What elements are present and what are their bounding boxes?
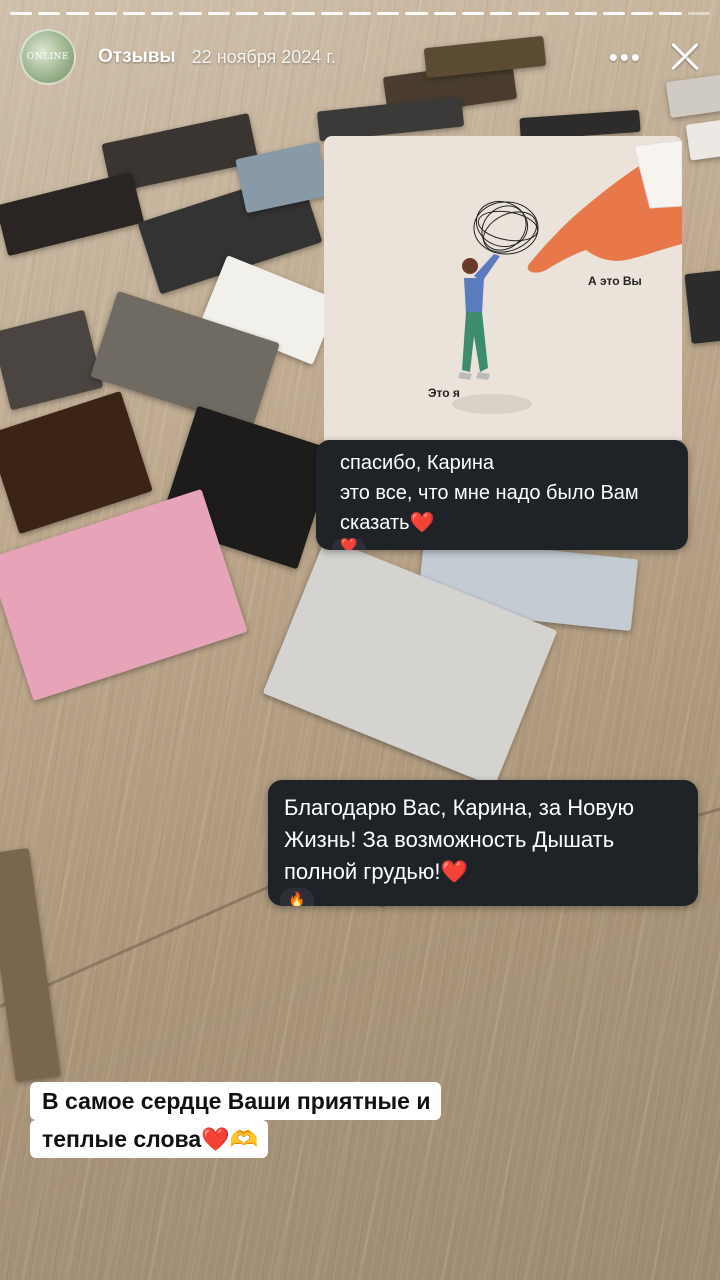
progress-segment: [348, 12, 372, 15]
progress-segment: [659, 12, 682, 15]
caption-line-1: В самое сердце Ваши приятные и: [30, 1082, 441, 1120]
progress-segment: [405, 12, 428, 15]
caption-line-2: теплые слова❤️🫶: [30, 1120, 269, 1158]
story-header: ONLINE Отзывы 22 ноября 2024 г. •••: [20, 28, 704, 86]
progress-segment: [518, 12, 541, 15]
account-name[interactable]: Отзывы: [98, 46, 176, 68]
photo-card: [684, 270, 720, 344]
message-text: Благодарю Вас, Карина, за Новую Жизнь! З…: [284, 795, 635, 884]
progress-segment: [151, 12, 174, 15]
illustration-label-other: А это Вы: [588, 274, 642, 288]
progress-segment: [264, 12, 287, 15]
story-progress-bar: [10, 12, 710, 15]
story-date: 22 ноября 2024 г.: [191, 46, 336, 67]
progress-segment: [377, 12, 400, 15]
message-bubble-2: Благодарю Вас, Карина, за Новую Жизнь! З…: [268, 780, 698, 906]
reaction-badge: ❤️: [332, 538, 366, 550]
story-caption: В самое сердце Ваши приятные и теплые сл…: [30, 1082, 441, 1158]
review-screenshot-1: Это я А это Вы спасибо, Карина это все, …: [316, 136, 688, 550]
progress-segment: [235, 12, 259, 15]
progress-segment: [320, 12, 343, 15]
illustration-image: Это я А это Вы: [324, 136, 682, 440]
progress-segment: [292, 12, 315, 15]
progress-segment: [207, 12, 230, 15]
illustration-label-self: Это я: [428, 386, 460, 400]
progress-segment: [631, 12, 654, 15]
photo-card: [685, 119, 720, 161]
progress-segment: [461, 12, 484, 15]
close-icon[interactable]: [664, 37, 704, 77]
progress-segment: [574, 12, 597, 15]
progress-segment: [38, 12, 61, 15]
illustration-drawing: [452, 139, 682, 414]
message-bubble: спасибо, Карина это все, что мне надо бы…: [316, 440, 688, 550]
message-text: спасибо, Карина это все, что мне надо бы…: [340, 452, 639, 534]
progress-segment: [687, 12, 710, 15]
reaction-badge: 🔥: [280, 888, 314, 906]
progress-segment: [546, 12, 569, 15]
progress-segment: [602, 12, 626, 15]
more-options-icon[interactable]: •••: [609, 44, 642, 70]
progress-segment: [179, 12, 202, 15]
progress-segment: [10, 12, 33, 15]
progress-segment: [433, 12, 456, 15]
progress-segment: [66, 12, 89, 15]
progress-segment: [94, 12, 117, 15]
avatar[interactable]: ONLINE: [20, 29, 76, 85]
progress-segment: [489, 12, 513, 15]
story-viewer[interactable]: ONLINE Отзывы 22 ноября 2024 г. ••• Это …: [0, 0, 720, 1280]
progress-segment: [122, 12, 146, 15]
